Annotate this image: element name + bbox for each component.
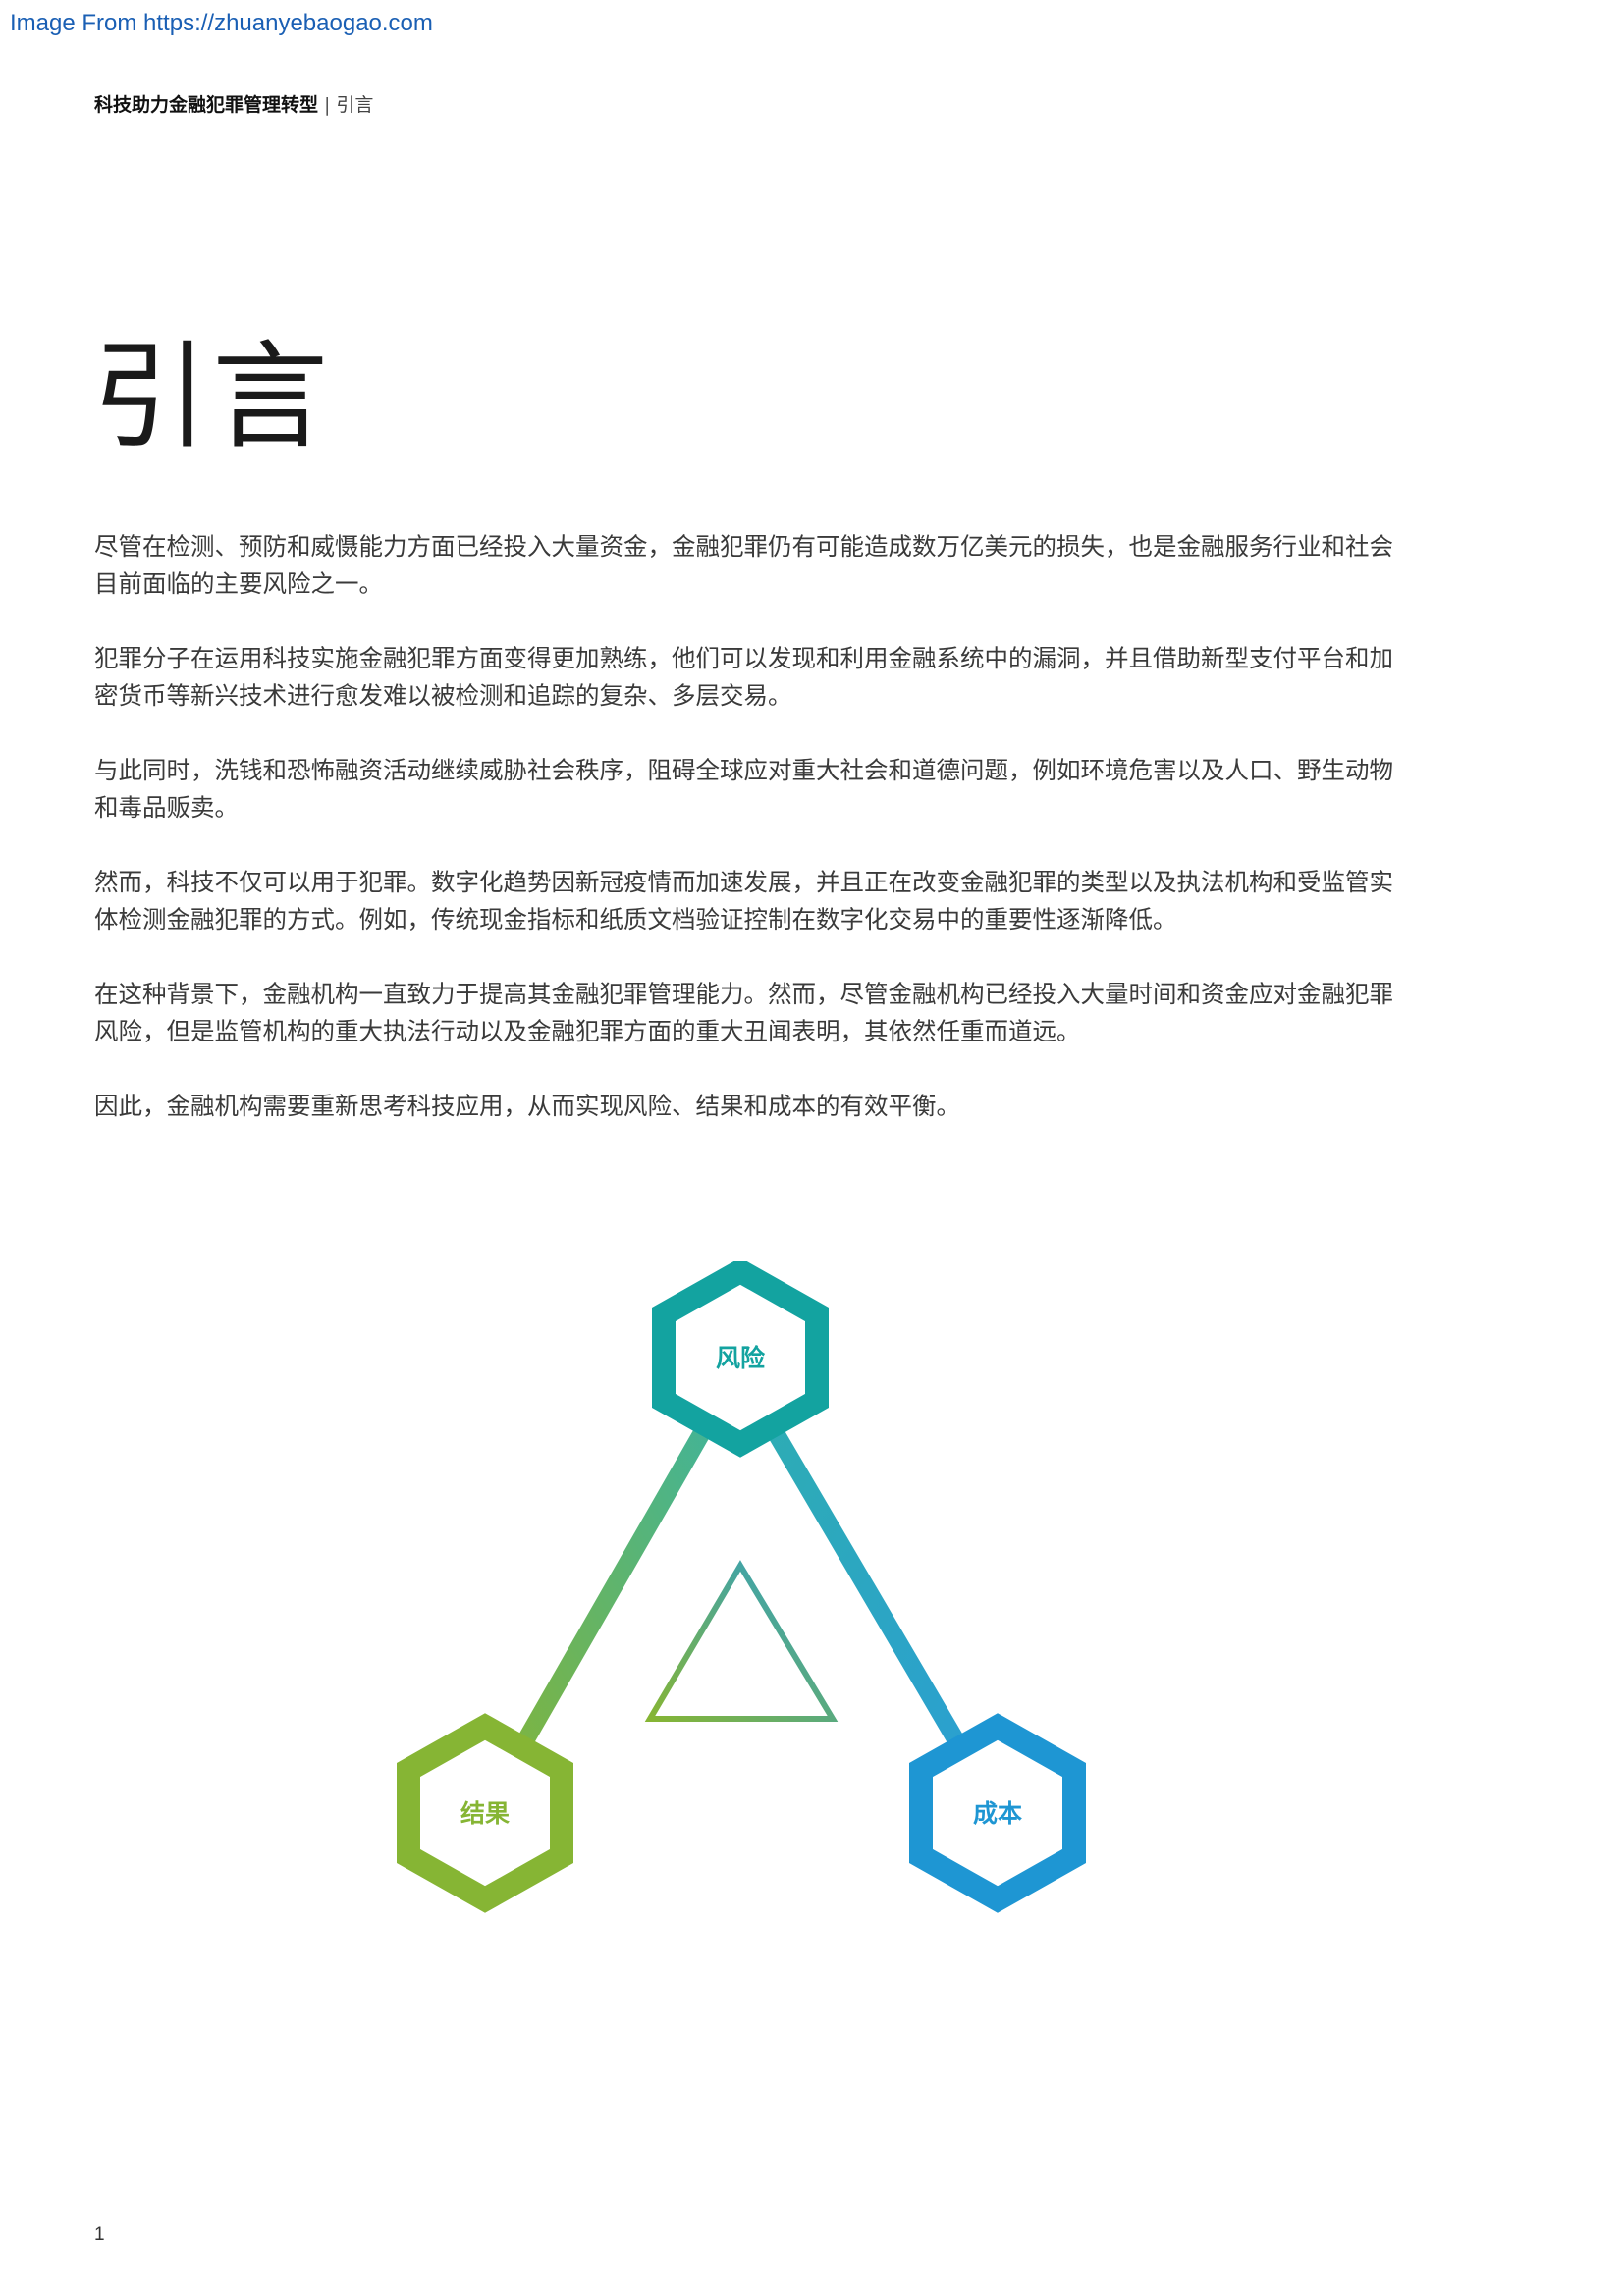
hexagon-outcome: 结果 — [397, 1713, 573, 1913]
hexagon-cost: 成本 — [909, 1713, 1086, 1913]
header-separator: | — [324, 94, 331, 116]
hexagon-risk-label: 风险 — [716, 1344, 766, 1372]
body-text: 尽管在检测、预防和威慑能力方面已经投入大量资金，金融犯罪仍有可能造成数万亿美元的… — [94, 528, 1410, 1162]
risk-outcome-cost-diagram: 风险 结果 成本 — [383, 1261, 1110, 1949]
center-triangle — [644, 1560, 839, 1722]
paragraph: 犯罪分子在运用科技实施金融犯罪方面变得更加熟练，他们可以发现和利用金融系统中的漏… — [94, 644, 1393, 710]
paragraph: 与此同时，洗钱和恐怖融资活动继续威胁社会秩序，阻碍全球应对重大社会和道德问题，例… — [94, 756, 1393, 822]
diagram-svg: 风险 结果 成本 — [397, 1261, 1086, 1913]
document-title: 科技助力金融犯罪管理转型 — [94, 94, 319, 116]
running-header: 科技助力金融犯罪管理转型 | 引言 — [94, 90, 373, 117]
section-name: 引言 — [336, 94, 374, 116]
paragraph: 在这种背景下，金融机构一直致力于提高其金融犯罪管理能力。然而，尽管金融机构已经投… — [94, 980, 1393, 1045]
hexagon-outcome-label: 结果 — [460, 1799, 510, 1828]
paragraph: 然而，科技不仅可以用于犯罪。数字化趋势因新冠疫情而加速发展，并且正在改变金融犯罪… — [94, 868, 1393, 934]
hexagon-cost-label: 成本 — [973, 1799, 1022, 1828]
hexagon-risk: 风险 — [652, 1261, 829, 1458]
source-link[interactable]: Image From https://zhuanyebaogao.com — [10, 10, 433, 37]
page-title: 引言 — [92, 329, 333, 464]
page-number: 1 — [94, 2224, 105, 2245]
paragraph: 因此，金融机构需要重新思考科技应用，从而实现风险、结果和成本的有效平衡。 — [94, 1092, 960, 1120]
paragraph: 尽管在检测、预防和威慑能力方面已经投入大量资金，金融犯罪仍有可能造成数万亿美元的… — [94, 532, 1393, 598]
